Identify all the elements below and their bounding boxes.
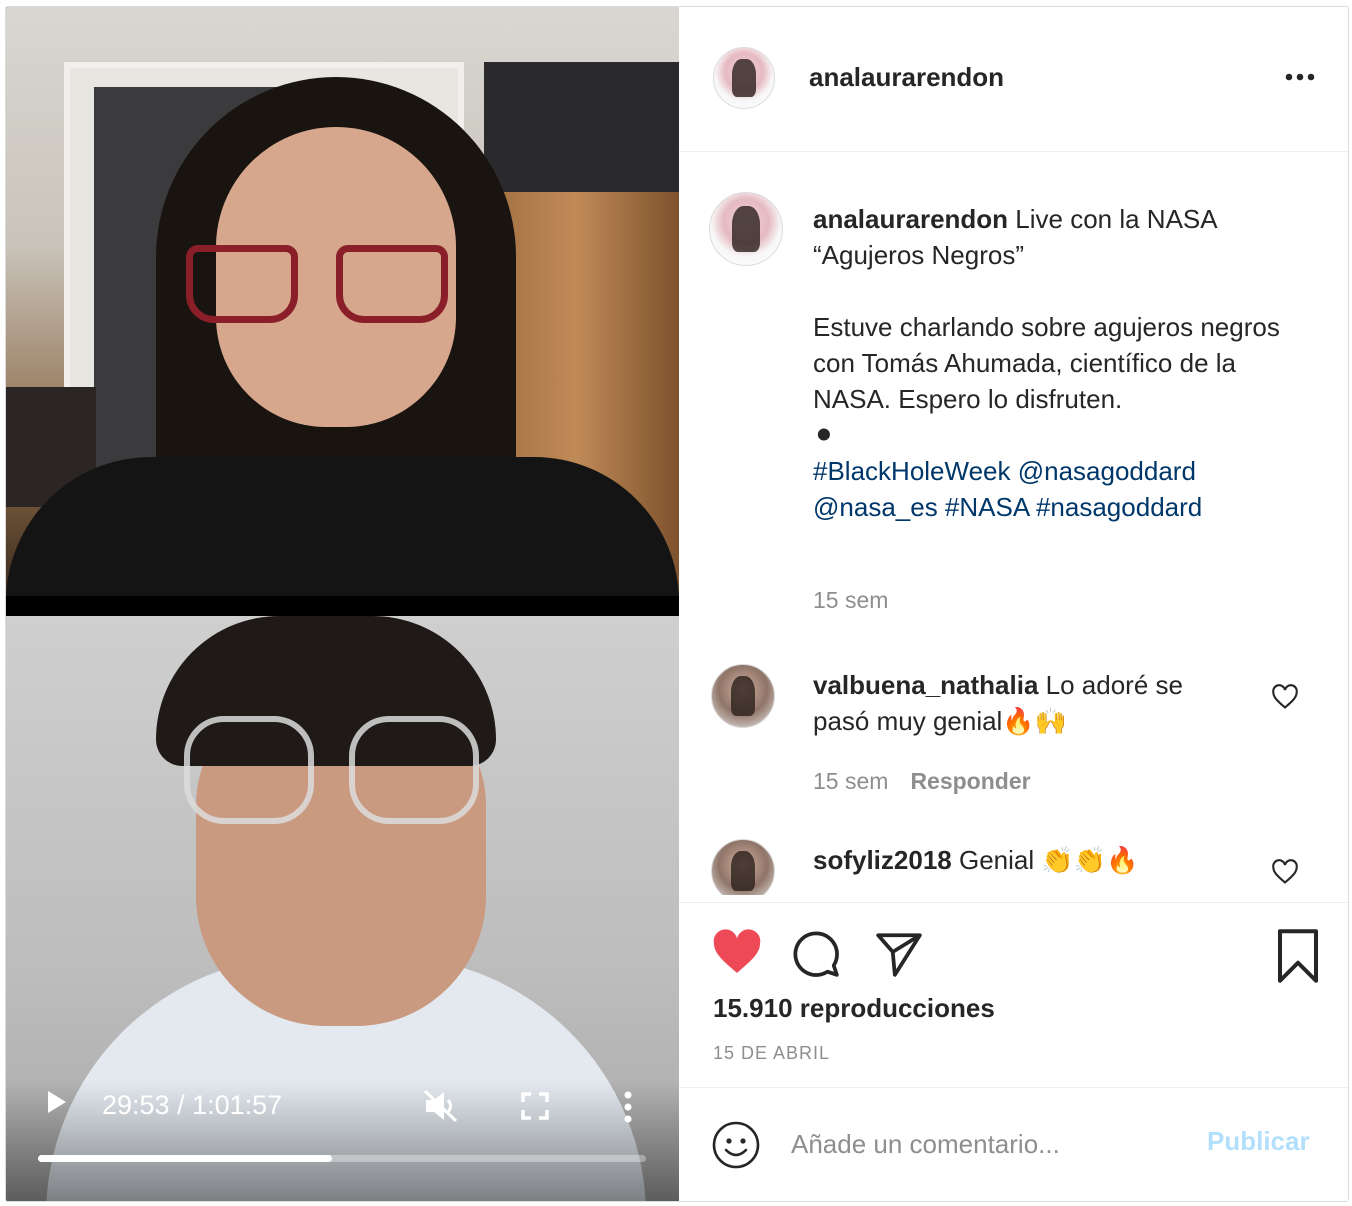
- post-header: analaurarendon: [679, 7, 1348, 152]
- video-progress-bar[interactable]: [38, 1155, 646, 1162]
- comment-avatar[interactable]: [711, 664, 775, 728]
- video-frame-host: [6, 7, 679, 596]
- comment-item: sofyliz2018 Genial 👏👏🔥: [679, 837, 1348, 895]
- heart-outline-icon[interactable]: [1271, 684, 1299, 710]
- comment-avatar[interactable]: [711, 839, 775, 895]
- caption-text: Live con la NASA “Agujeros Negros” Estuv…: [813, 204, 1280, 450]
- live-video-player[interactable]: 29:53 / 1:01:57: [6, 7, 679, 1201]
- add-comment-bar: Publicar: [679, 1087, 1348, 1201]
- video-progress-fill: [38, 1155, 332, 1162]
- more-vertical-icon[interactable]: [621, 1089, 635, 1125]
- post-sidebar: analaurarendon analaurarendon Live con l…: [679, 7, 1348, 1201]
- avatar[interactable]: [713, 47, 775, 109]
- post-date: 15 DE ABRIL: [713, 1043, 831, 1063]
- caption-username[interactable]: analaurarendon: [813, 204, 1008, 234]
- heart-filled-icon[interactable]: [711, 929, 763, 980]
- heart-outline-icon[interactable]: [1271, 859, 1299, 885]
- play-icon[interactable]: [46, 1089, 76, 1123]
- post-caption: analaurarendon Live con la NASA “Agujero…: [813, 201, 1283, 525]
- smiley-icon[interactable]: [711, 1120, 761, 1170]
- more-horizontal-icon[interactable]: [1285, 69, 1315, 81]
- caption-avatar[interactable]: [709, 192, 783, 266]
- comment-timestamp: 15 sem: [813, 768, 889, 794]
- video-time: 29:53 / 1:01:57: [102, 1090, 283, 1120]
- fullscreen-icon[interactable]: [520, 1091, 550, 1121]
- speech-bubble-icon[interactable]: [791, 929, 841, 984]
- comment-meta: 15 sem Responder: [813, 768, 1031, 795]
- comment-text: valbuena_nathalia Lo adoré se pasó muy g…: [813, 670, 1183, 736]
- muted-speaker-icon[interactable]: [420, 1088, 460, 1124]
- caption-timestamp: 15 sem: [813, 587, 889, 613]
- comment-text: sofyliz2018 Genial 👏👏🔥: [813, 845, 1139, 875]
- comment-username[interactable]: sofyliz2018: [813, 845, 952, 875]
- comment-input[interactable]: [791, 1118, 1191, 1170]
- view-count[interactable]: 15.910 reproducciones: [713, 993, 995, 1024]
- publish-button[interactable]: Publicar: [1207, 1126, 1310, 1157]
- reply-button[interactable]: Responder: [910, 768, 1030, 794]
- post-actions: 15.910 reproducciones 15 DE ABRIL Public…: [679, 902, 1348, 1201]
- caption-hashtags[interactable]: #BlackHoleWeek @nasagoddard @nasa_es #NA…: [813, 456, 1203, 522]
- header-username[interactable]: analaurarendon: [809, 62, 1004, 93]
- comment-username[interactable]: valbuena_nathalia: [813, 670, 1038, 700]
- bookmark-icon[interactable]: [1275, 929, 1321, 988]
- paper-plane-icon[interactable]: [874, 929, 924, 984]
- post-card: 29:53 / 1:01:57 analaurarendon analaurar…: [5, 6, 1349, 1202]
